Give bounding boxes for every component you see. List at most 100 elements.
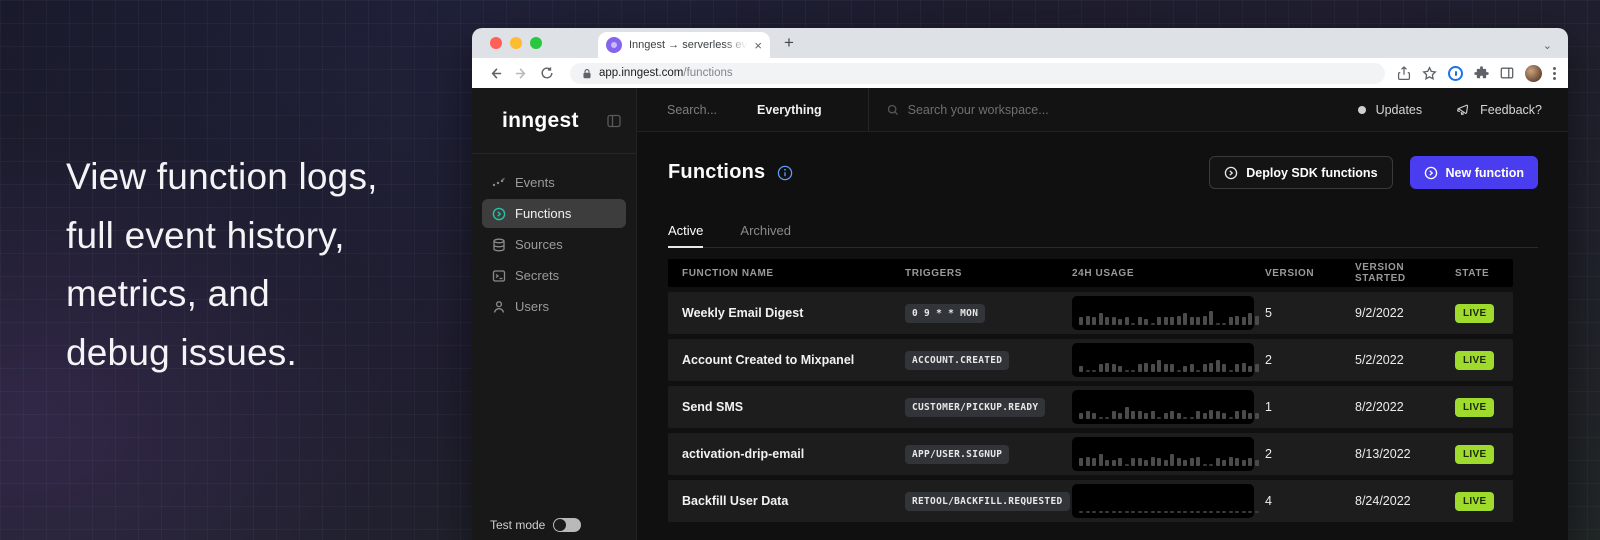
reload-button[interactable]	[536, 66, 558, 80]
browser-tab-strip: Inngest → serverless event-dri × + ⌄	[472, 28, 1568, 58]
live-status-badge: LIVE	[1455, 351, 1494, 370]
function-name: Account Created to Mixpanel	[668, 353, 905, 367]
sidebar-item-secrets[interactable]: Secrets	[482, 261, 626, 290]
url-path: /functions	[683, 67, 732, 79]
version-value: 2	[1265, 447, 1355, 461]
info-icon[interactable]	[777, 165, 793, 181]
usage-sparkline	[1072, 484, 1254, 518]
functions-page: Functions Deploy SDK functions	[637, 132, 1568, 540]
table-row[interactable]: Backfill User Data RETOOL/BACKFILL.REQUE…	[668, 480, 1513, 522]
tab-search-chevron-icon[interactable]: ⌄	[1543, 39, 1552, 52]
table-row[interactable]: Account Created to Mixpanel ACCOUNT.CREA…	[668, 339, 1513, 381]
col-version: VERSION	[1265, 268, 1355, 279]
topbar-divider	[868, 88, 869, 132]
live-status-badge: LIVE	[1455, 304, 1494, 323]
table-row[interactable]: Weekly Email Digest 0 9 * * MON 5 9/2/20…	[668, 292, 1513, 334]
version-value: 1	[1265, 400, 1355, 414]
sidebar-item-events[interactable]: Events	[482, 168, 626, 197]
functions-icon	[492, 207, 506, 221]
forward-button[interactable]	[510, 66, 532, 81]
maximize-window-button[interactable]	[530, 37, 542, 49]
version-started-value: 8/24/2022	[1355, 494, 1455, 508]
page-header: Functions Deploy SDK functions	[668, 156, 1538, 189]
version-started-value: 9/2/2022	[1355, 306, 1455, 320]
live-status-badge: LIVE	[1455, 445, 1494, 464]
sidebar: inngest Events Functions	[472, 88, 637, 540]
table-row[interactable]: activation-drip-email APP/USER.SIGNUP 2 …	[668, 433, 1513, 475]
sidebar-item-functions[interactable]: Functions	[482, 199, 626, 228]
profile-avatar[interactable]	[1525, 65, 1542, 82]
function-tabs: Active Archived	[668, 223, 1538, 248]
feedback-label: Feedback?	[1480, 103, 1542, 117]
hero-line-2: full event history,	[66, 207, 378, 266]
megaphone-icon	[1456, 103, 1471, 117]
updates-dot-icon	[1358, 106, 1366, 114]
toolbar-actions	[1397, 65, 1558, 82]
deploy-icon	[1224, 166, 1238, 180]
sidebar-item-label: Events	[515, 175, 555, 190]
new-function-button[interactable]: New function	[1410, 156, 1538, 189]
workspace-search-placeholder: Search your workspace...	[908, 103, 1049, 117]
col-state: STATE	[1455, 268, 1513, 279]
url-domain: app.inngest.com	[599, 67, 683, 79]
inngest-favicon-icon	[606, 37, 622, 53]
secrets-icon	[492, 269, 506, 283]
address-bar[interactable]: app.inngest.com/functions	[570, 63, 1385, 84]
search-icon	[887, 104, 899, 116]
sidebar-footer: Test mode	[472, 518, 636, 540]
search-scope-everything[interactable]: Everything	[757, 103, 822, 117]
browser-tab[interactable]: Inngest → serverless event-dri ×	[598, 32, 770, 58]
search-label[interactable]: Search...	[667, 103, 717, 117]
live-status-badge: LIVE	[1455, 492, 1494, 511]
tab-archived[interactable]: Archived	[740, 223, 791, 247]
close-window-button[interactable]	[490, 37, 502, 49]
function-name: Backfill User Data	[668, 494, 905, 508]
sidebar-menu: Events Functions Sources	[472, 154, 636, 335]
test-mode-toggle[interactable]	[553, 518, 581, 532]
topbar-right: Updates Feedback?	[1358, 103, 1542, 117]
deploy-button-label: Deploy SDK functions	[1246, 166, 1377, 180]
back-button[interactable]	[484, 66, 506, 81]
users-icon	[492, 300, 506, 314]
hero-line-1: View function logs,	[66, 148, 378, 207]
functions-table: FUNCTION NAME TRIGGERS 24H USAGE VERSION…	[668, 259, 1513, 522]
tab-title: Inngest → serverless event-dri	[629, 39, 747, 51]
version-started-value: 5/2/2022	[1355, 353, 1455, 367]
bookmark-star-icon[interactable]	[1422, 66, 1437, 81]
usage-sparkline	[1072, 437, 1254, 471]
new-tab-button[interactable]: +	[784, 33, 794, 53]
trigger-badge: CUSTOMER/PICKUP.READY	[905, 398, 1045, 417]
function-name: Weekly Email Digest	[668, 306, 905, 320]
trigger-badge: RETOOL/BACKFILL.REQUESTED	[905, 492, 1070, 511]
tab-active[interactable]: Active	[668, 223, 703, 247]
sidebar-collapse-icon[interactable]	[606, 113, 622, 129]
function-name: activation-drip-email	[668, 447, 905, 461]
tab-close-icon[interactable]: ×	[754, 39, 762, 52]
usage-sparkline	[1072, 296, 1254, 330]
extensions-puzzle-icon[interactable]	[1474, 66, 1489, 81]
version-value: 2	[1265, 353, 1355, 367]
col-function-name: FUNCTION NAME	[668, 268, 905, 279]
minimize-window-button[interactable]	[510, 37, 522, 49]
password-manager-extension-icon[interactable]	[1448, 66, 1463, 81]
lock-icon	[582, 68, 592, 79]
sources-icon	[492, 238, 506, 252]
table-row[interactable]: Send SMS CUSTOMER/PICKUP.READY 1 8/2/202…	[668, 386, 1513, 428]
test-mode-label: Test mode	[490, 518, 545, 532]
deploy-sdk-functions-button[interactable]: Deploy SDK functions	[1209, 156, 1392, 189]
workspace-search-input[interactable]: Search your workspace...	[887, 103, 1049, 117]
share-icon[interactable]	[1397, 66, 1411, 81]
page-title: Functions	[668, 161, 765, 184]
sidebar-item-users[interactable]: Users	[482, 292, 626, 321]
version-started-value: 8/13/2022	[1355, 447, 1455, 461]
window-controls	[472, 28, 556, 58]
feedback-link[interactable]: Feedback?	[1456, 103, 1542, 117]
new-function-icon	[1424, 166, 1438, 180]
main-area: Search... Everything Search your workspa…	[637, 88, 1568, 540]
live-status-badge: LIVE	[1455, 398, 1494, 417]
browser-menu-icon[interactable]	[1553, 67, 1556, 80]
updates-link[interactable]: Updates	[1376, 103, 1423, 117]
col-usage: 24H USAGE	[1072, 268, 1265, 279]
sidebar-item-sources[interactable]: Sources	[482, 230, 626, 259]
side-panel-icon[interactable]	[1500, 66, 1514, 80]
